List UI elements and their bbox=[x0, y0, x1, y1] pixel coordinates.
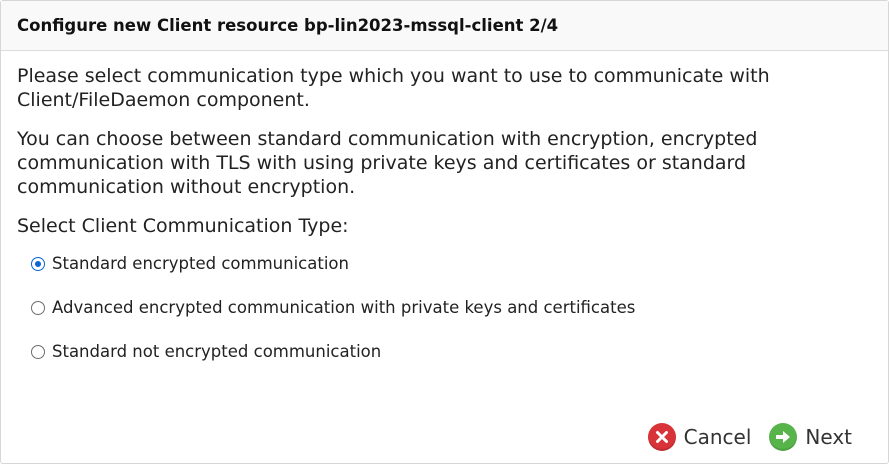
intro-paragraph: Please select communication type which y… bbox=[17, 65, 770, 111]
option-standard-encrypted-label[interactable]: Standard encrypted communication bbox=[52, 254, 349, 274]
cancel-x-icon[interactable] bbox=[647, 423, 676, 451]
next-arrow-icon[interactable] bbox=[769, 423, 798, 451]
dialog-content: Please select communication type which y… bbox=[1, 51, 888, 364]
next-button-label[interactable]: Next bbox=[805, 425, 852, 449]
configure-client-dialog: Configure new Client resource bp-lin2023… bbox=[0, 0, 889, 464]
cancel-button-label[interactable]: Cancel bbox=[684, 425, 752, 449]
radio-advanced-encrypted[interactable] bbox=[31, 301, 45, 315]
dialog-footer: Cancel Next bbox=[647, 423, 852, 451]
dialog-title: Configure new Client resource bp-lin2023… bbox=[17, 16, 559, 35]
next-button[interactable]: Next bbox=[769, 423, 852, 451]
option-standard-not-encrypted[interactable]: Standard not encrypted communication bbox=[31, 340, 872, 364]
description-paragraph: You can choose between standard communic… bbox=[17, 128, 758, 198]
cancel-button[interactable]: Cancel bbox=[647, 423, 752, 451]
option-advanced-encrypted[interactable]: Advanced encrypted communication with pr… bbox=[31, 296, 872, 320]
communication-type-radio-group: Standard encrypted communication Advance… bbox=[31, 252, 872, 364]
radio-standard-encrypted[interactable] bbox=[31, 257, 45, 271]
communication-type-label: Select Client Communication Type: bbox=[17, 215, 349, 237]
option-advanced-encrypted-label[interactable]: Advanced encrypted communication with pr… bbox=[52, 298, 635, 318]
option-standard-not-encrypted-label[interactable]: Standard not encrypted communication bbox=[52, 342, 381, 362]
option-standard-encrypted[interactable]: Standard encrypted communication bbox=[31, 252, 872, 276]
radio-standard-not-encrypted[interactable] bbox=[31, 345, 45, 359]
dialog-titlebar: Configure new Client resource bp-lin2023… bbox=[1, 1, 888, 51]
